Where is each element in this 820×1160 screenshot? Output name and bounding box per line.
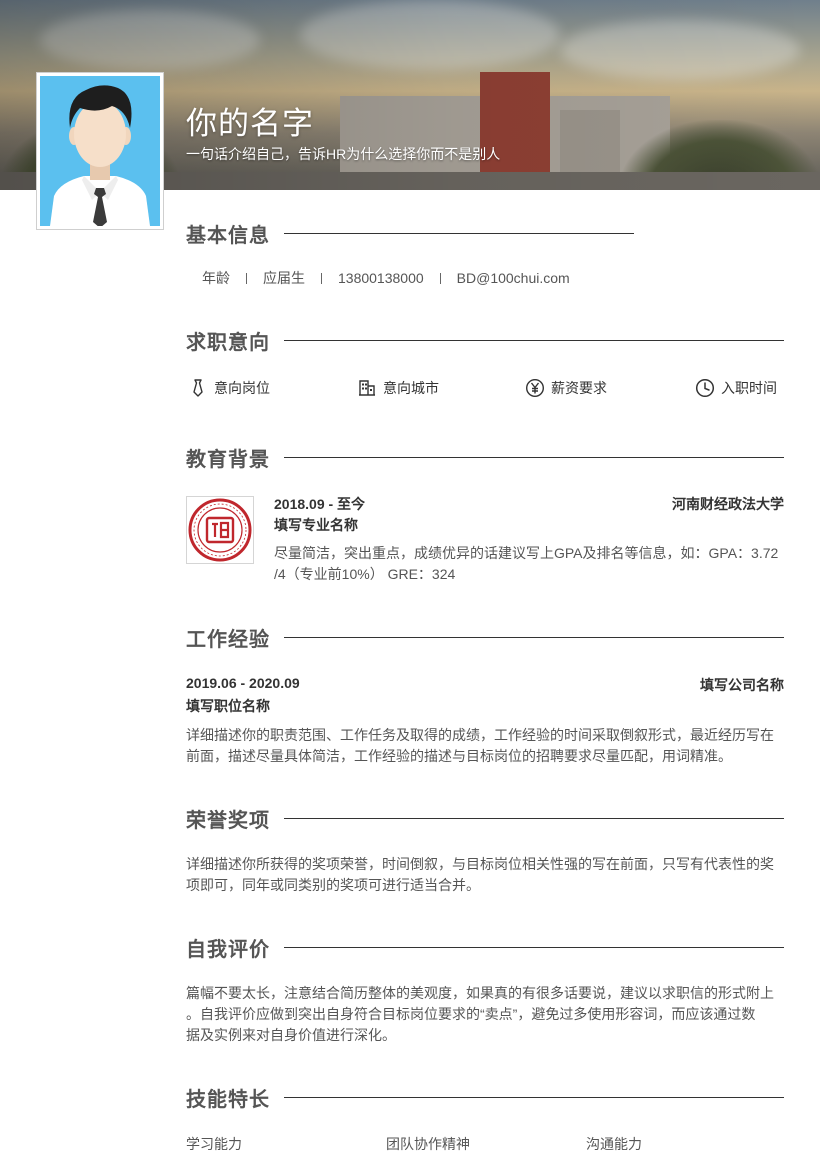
section-divider xyxy=(284,1096,784,1098)
tie-icon xyxy=(193,379,203,397)
education-school: 河南财经政法大学 xyxy=(672,496,784,512)
work-description: 详细描述你的职责范围、工作任务及取得的成绩，工作经验的时间采取倒叙形式，最近经历… xyxy=(186,725,774,767)
avatar xyxy=(36,72,164,230)
section-divider xyxy=(284,636,784,638)
work-company: 填写公司名称 xyxy=(700,677,784,693)
info-separator xyxy=(246,272,247,284)
description-line: /4（专业前10%） GRE：324 xyxy=(274,566,456,582)
section-basic-info: 基本信息 xyxy=(186,218,634,248)
intent-label: 薪资要求 xyxy=(551,380,607,396)
section-intent: 求职意向 xyxy=(186,325,784,355)
skill-item: 学习能力 xyxy=(186,1136,242,1152)
school-logo xyxy=(186,496,254,564)
education-major: 填写专业名称 xyxy=(274,517,358,533)
section-title: 教育背景 xyxy=(186,448,270,471)
description-line: 据及实例来对自身价值进行深化。 xyxy=(186,1027,396,1043)
section-honors: 荣誉奖项 xyxy=(186,803,784,833)
intent-label: 意向岗位 xyxy=(214,380,270,396)
candidate-name: 你的名字 xyxy=(186,106,314,141)
section-divider xyxy=(284,456,784,458)
section-divider xyxy=(284,339,784,341)
info-separator xyxy=(321,272,322,284)
description-line: 详细描述你的职责范围、工作任务及取得的成绩，工作经验的时间采取倒叙形式，最近经历… xyxy=(186,727,774,743)
intent-label: 入职时间 xyxy=(721,380,777,396)
intent-start-date: 入职时间 xyxy=(695,378,777,398)
section-work: 工作经验 xyxy=(186,622,784,652)
section-title: 求职意向 xyxy=(186,331,270,354)
section-divider xyxy=(284,232,634,234)
self-evaluation-description: 篇幅不要太长，注意结合简历整体的美观度，如果真的有很多话要说，建议以求职信的形式… xyxy=(186,983,774,1046)
work-position: 填写职位名称 xyxy=(186,698,270,714)
section-divider xyxy=(284,817,784,819)
yen-icon xyxy=(525,378,545,398)
description-line: 项即可，同年或同类别的奖项可进行适当合并。 xyxy=(186,877,480,893)
info-age: 年龄 xyxy=(202,270,230,286)
description-line: 篇幅不要太长，注意结合简历整体的美观度，如果真的有很多话要说，建议以求职信的形式… xyxy=(186,985,774,1001)
intent-label: 意向城市 xyxy=(383,380,439,396)
section-self-evaluation: 自我评价 xyxy=(186,932,784,962)
section-title: 工作经验 xyxy=(186,628,270,651)
basic-info-row: 年龄 应届生 13800138000 BD@100chui.com xyxy=(202,268,570,288)
section-title: 荣誉奖项 xyxy=(186,809,270,832)
building-icon xyxy=(359,380,375,396)
avatar-illustration xyxy=(40,76,160,226)
section-title: 自我评价 xyxy=(186,938,270,961)
section-education: 教育背景 xyxy=(186,442,784,472)
intent-city: 意向城市 xyxy=(357,378,439,398)
skill-item: 团队协作精神 xyxy=(386,1136,470,1152)
section-title: 技能特长 xyxy=(186,1088,270,1111)
section-divider xyxy=(284,946,784,948)
skill-item: 沟通能力 xyxy=(586,1136,642,1152)
education-description: 尽量简洁，突出重点，成绩优异的话建议写上GPA及排名等信息，如：GPA：3.72… xyxy=(274,543,778,585)
info-email: BD@100chui.com xyxy=(456,270,570,286)
info-status: 应届生 xyxy=(263,270,305,286)
description-line: 详细描述你所获得的奖项荣誉，时间倒叙，与目标岗位相关性强的写在前面，只写有代表性… xyxy=(186,856,774,872)
section-title: 基本信息 xyxy=(186,224,270,247)
description-line: 尽量简洁，突出重点，成绩优异的话建议写上GPA及排名等信息，如：GPA：3.72 xyxy=(274,545,779,561)
school-seal-icon xyxy=(188,498,252,562)
intent-salary: 薪资要求 xyxy=(525,378,607,398)
clock-icon xyxy=(695,378,715,398)
info-phone: 13800138000 xyxy=(338,270,424,286)
description-line: 前面，描述尽量具体简洁，工作经验的描述与目标岗位的招聘要求尽量匹配，用词精准。 xyxy=(186,748,732,764)
honors-description: 详细描述你所获得的奖项荣誉，时间倒叙，与目标岗位相关性强的写在前面，只写有代表性… xyxy=(186,854,774,896)
description-line: 。自我评价应做到突出自身符合目标岗位要求的“卖点”，避免过多使用形容词，而应该通… xyxy=(186,1006,756,1022)
intent-position: 意向岗位 xyxy=(188,378,270,398)
section-skills: 技能特长 xyxy=(186,1082,784,1112)
work-date: 2019.06 - 2020.09 xyxy=(186,675,300,691)
info-separator xyxy=(439,272,441,284)
candidate-tagline: 一句话介绍自己，告诉HR为什么选择你而不是别人 xyxy=(186,146,501,162)
education-date: 2018.09 - 至今 xyxy=(274,496,366,512)
